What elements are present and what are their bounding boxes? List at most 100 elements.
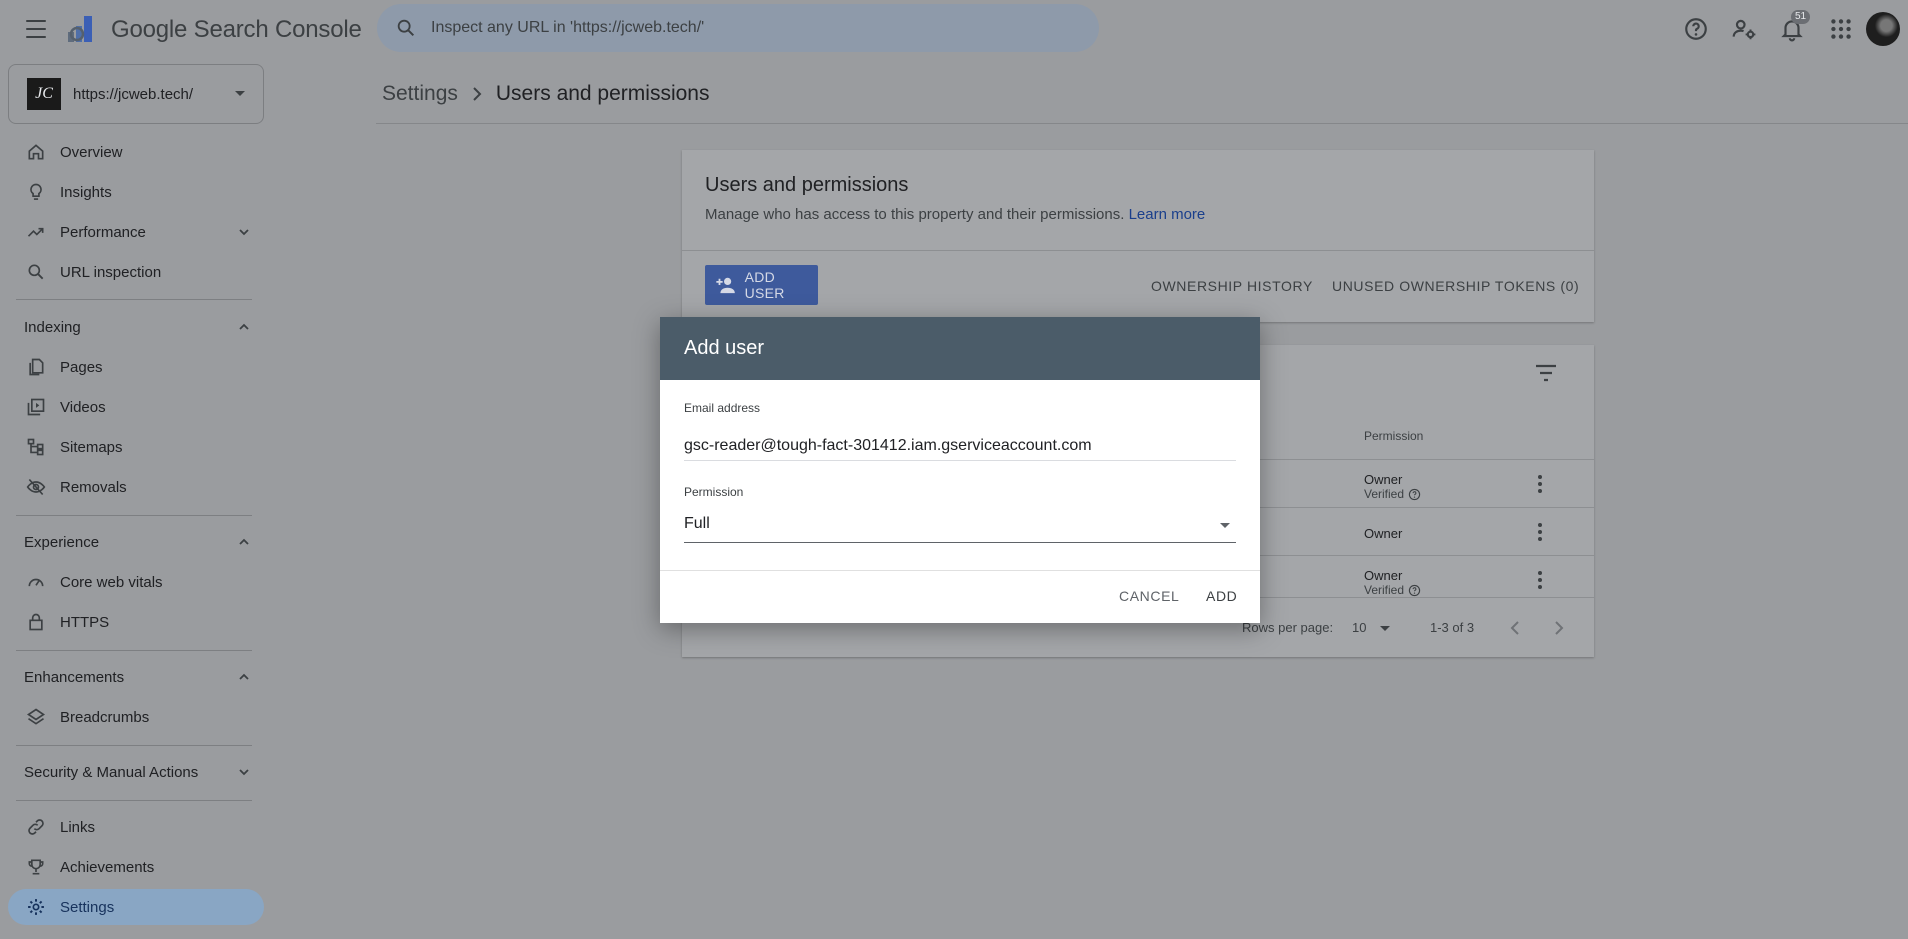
sidebar-item-label: Links [60,819,96,836]
permission-column-header: Permission [1364,429,1424,443]
chevron-down-icon [1380,626,1390,631]
ownership-history-button[interactable]: OWNERSHIP HISTORY [1151,278,1313,294]
email-field[interactable] [684,431,1236,461]
chevron-down-icon [239,769,249,776]
chevron-up-icon [239,673,249,680]
breadcrumb-settings-link[interactable]: Settings [382,82,458,106]
more-vert-icon[interactable] [1537,570,1543,590]
sidebar-section-security[interactable]: Security & Manual Actions [8,754,264,790]
sidebar-item-label: Achievements [60,859,155,876]
section-title: Indexing [24,319,81,336]
sidebar-section-indexing[interactable]: Indexing [8,309,264,345]
sidebar-item-core-web-vitals[interactable]: Core web vitals [8,564,264,600]
dialog-title: Add user [684,337,765,359]
permission-select[interactable]: Full [684,507,1236,543]
search-input[interactable] [431,19,1031,37]
top-app-bar: Google Search Console 51 [0,0,1908,58]
apps-grid-icon[interactable] [1828,16,1854,42]
gear-icon [28,899,44,915]
sidebar-item-overview[interactable]: Overview [8,134,264,170]
search-icon[interactable] [395,17,417,39]
main-menu-icon[interactable] [20,17,52,41]
link-icon [28,819,44,835]
sidebar-item-removals[interactable]: Removals [8,469,264,505]
sidebar-item-https[interactable]: HTTPS [8,604,264,640]
lightbulb-icon [30,183,42,200]
layers-icon [26,708,46,725]
sidebar-section-enhancements[interactable]: Enhancements [8,659,264,695]
help-icon[interactable] [1683,16,1709,42]
sidebar-item-sitemaps[interactable]: Sitemaps [8,429,264,465]
add-user-button[interactable]: ADD USER [705,265,818,305]
chevron-up-icon [239,538,249,545]
permission-cell: Owner [1364,472,1403,487]
unused-ownership-tokens-button[interactable]: UNUSED OWNERSHIP TOKENS (0) [1332,278,1579,294]
sidebar-item-label: Breadcrumbs [60,709,150,726]
url-inspection-search[interactable] [377,4,1099,52]
verified-label: Verified [1364,583,1405,597]
sidebar-item-label: Sitemaps [60,439,123,456]
email-label: Email address [684,401,761,415]
sidebar-item-performance[interactable]: Performance [8,214,264,250]
dialog-header: Add user [660,317,1260,380]
sidebar-item-label: URL inspection [60,264,162,281]
sidebar-item-label: Pages [60,359,103,376]
sidebar-item-achievements[interactable]: Achievements [8,849,264,885]
chevron-down-icon [239,229,249,236]
cancel-button[interactable]: CANCEL [1119,588,1179,604]
user-settings-icon[interactable] [1731,16,1757,42]
chevron-right-icon [473,87,482,101]
sidebar-divider [16,745,252,746]
sidebar-divider [16,800,252,801]
sidebar-divider [16,515,252,516]
verified-status: Verified [1364,583,1421,597]
sidebar-item-label: Insights [60,184,112,201]
notifications-button[interactable]: 51 [1779,10,1810,42]
rows-per-page-select[interactable]: 10 [1352,620,1366,635]
sidebar-item-label: Performance [60,224,146,241]
verified-label: Verified [1364,487,1405,501]
sidebar-item-pages[interactable]: Pages [8,349,264,385]
page-title: Users and permissions [495,82,710,105]
breadcrumb: Settings Users and permissions [382,82,709,106]
card-title: Users and permissions [705,174,909,196]
sidebar-section-experience[interactable]: Experience [8,524,264,560]
page-range: 1-3 of 3 [1430,620,1475,635]
section-title: Security & Manual Actions [24,764,199,781]
account-avatar[interactable] [1866,12,1900,46]
sidebar-item-breadcrumbs[interactable]: Breadcrumbs [8,699,264,735]
card-subtitle: Manage who has access to this property a… [705,206,1205,223]
sidebar-item-links[interactable]: Links [8,809,264,845]
speedometer-icon [28,578,44,587]
chevron-right-icon[interactable] [1554,621,1564,635]
sidebar-item-label: Settings [60,899,115,916]
filter-icon[interactable] [1534,363,1558,383]
trophy-icon [28,859,44,875]
sidebar-item-settings[interactable]: Settings [8,889,264,925]
sidebar-item-insights[interactable]: Insights [8,174,264,210]
more-vert-icon[interactable] [1537,522,1543,542]
chevron-down-icon [235,91,245,96]
permission-label: Permission [684,485,744,499]
sidebar-item-url-inspection[interactable]: URL inspection [8,254,264,290]
sidebar-item-label: Videos [60,399,106,416]
chevron-left-icon[interactable] [1510,621,1520,635]
sidebar-divider [16,650,252,651]
sidebar-item-label: HTTPS [60,614,110,631]
chevron-up-icon [239,323,249,330]
help-outline-icon[interactable] [1408,488,1421,501]
property-logo: JC [27,78,61,110]
permission-cell: Owner [1364,526,1403,541]
add-button[interactable]: ADD [1206,588,1237,604]
property-selector[interactable]: JC https://jcweb.tech/ [8,64,264,124]
help-outline-icon[interactable] [1408,584,1421,597]
more-vert-icon[interactable] [1537,474,1543,494]
pages-icon [29,358,44,376]
sidebar-divider [16,299,252,300]
card-subtitle-text: Manage who has access to this property a… [705,206,1125,223]
section-title: Experience [24,534,100,551]
sidebar-item-videos[interactable]: Videos [8,389,264,425]
sidebar-item-label: Overview [60,144,123,161]
learn-more-link[interactable]: Learn more [1129,206,1206,223]
video-library-icon [27,398,45,416]
